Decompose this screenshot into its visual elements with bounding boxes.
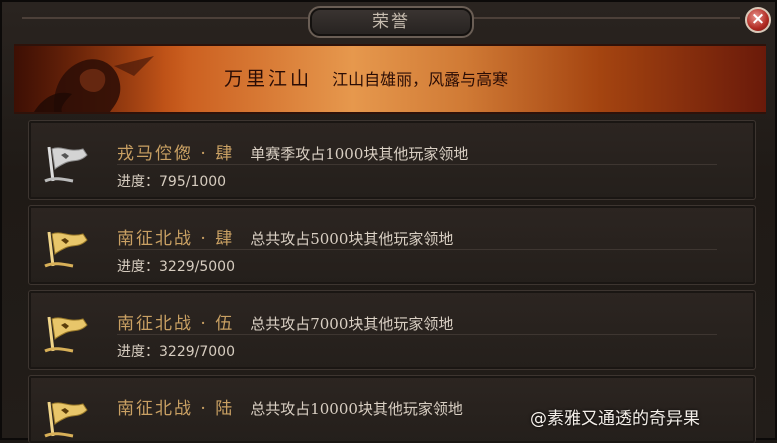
achievement-row[interactable]: 戎马倥偬 · 肆单赛季攻占1000块其他玩家领地 进度：795/1000 [28, 120, 756, 200]
achievement-description: 总共攻占10000块其他玩家领地 [250, 400, 463, 418]
gold-flag-icon [44, 401, 88, 438]
banner-title: 万里江山 [224, 68, 313, 90]
window-title: 荣誉 [308, 6, 474, 38]
achievement-row[interactable]: 南征北战 · 伍总共攻占7000块其他玩家领地 进度：3229/7000 [28, 290, 756, 370]
achievement-description: 总共攻占5000块其他玩家领地 [250, 230, 454, 248]
achievement-progress: 进度：3229/5000 [117, 259, 235, 275]
banner-description: 江山自雄丽，风露与高寒 [332, 70, 509, 89]
achievement-name: 南征北战 · 伍 [117, 314, 235, 334]
achievement-title: 南征北战 · 伍总共攻占7000块其他玩家领地 [117, 309, 453, 334]
title-banner: 万里江山 江山自雄丽，风露与高寒 [14, 44, 766, 114]
close-button[interactable]: × [745, 7, 771, 33]
general-portrait-icon [14, 46, 189, 112]
title-divider-left [22, 17, 308, 19]
row-divider [117, 249, 717, 250]
gold-flag-icon [44, 231, 88, 268]
achievement-title: 南征北战 · 肆总共攻占5000块其他玩家领地 [117, 224, 453, 249]
achievement-list[interactable]: 戎马倥偬 · 肆单赛季攻占1000块其他玩家领地 进度：795/1000 南征北… [28, 120, 756, 443]
achievement-title: 戎马倥偬 · 肆单赛季攻占1000块其他玩家领地 [117, 139, 468, 164]
row-divider [117, 164, 717, 165]
achievement-name: 南征北战 · 陆 [117, 399, 235, 419]
achievement-name: 南征北战 · 肆 [117, 229, 235, 249]
achievement-title: 南征北战 · 陆总共攻占10000块其他玩家领地 [117, 394, 463, 419]
achievement-progress: 进度：3229/7000 [117, 344, 235, 360]
achievement-name: 戎马倥偬 · 肆 [117, 144, 235, 164]
achievement-row[interactable]: 南征北战 · 肆总共攻占5000块其他玩家领地 进度：3229/5000 [28, 205, 756, 285]
watermark: @素雅又通透的奇异果 [530, 409, 700, 429]
title-divider-right [470, 17, 740, 19]
banner-text: 万里江山 江山自雄丽，风露与高寒 [224, 64, 508, 91]
honor-window: 荣誉 × 万里江山 江山自雄丽，风露与高寒 戎马倥偬 · 肆 单赛季攻占1000… [0, 0, 777, 443]
achievement-description: 单赛季攻占1000块其他玩家领地 [250, 145, 469, 163]
achievement-description: 总共攻占7000块其他玩家领地 [250, 315, 454, 333]
gold-flag-icon [44, 316, 88, 353]
close-icon: × [750, 9, 766, 29]
silver-flag-icon [44, 146, 88, 183]
row-divider [117, 334, 717, 335]
achievement-progress: 进度：795/1000 [117, 174, 227, 190]
